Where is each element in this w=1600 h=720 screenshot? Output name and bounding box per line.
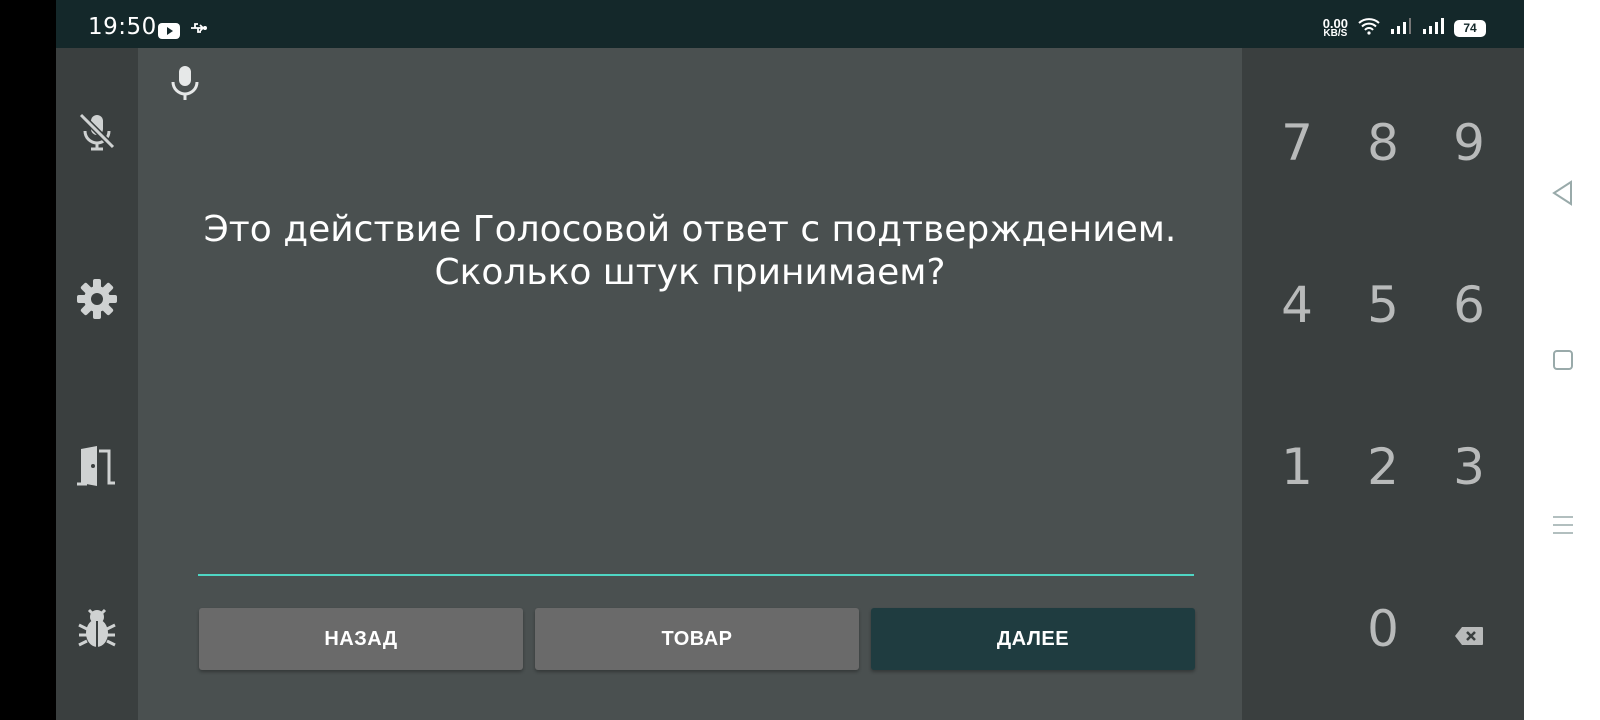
gear-icon[interactable]	[74, 276, 120, 322]
key-1[interactable]: 1	[1254, 417, 1340, 517]
key-5[interactable]: 5	[1340, 255, 1426, 355]
key-7[interactable]: 7	[1254, 93, 1340, 193]
backspace-icon	[1454, 600, 1484, 658]
item-button[interactable]: ТОВАР	[535, 608, 859, 670]
status-time: 19:50	[88, 14, 157, 40]
key-4[interactable]: 4	[1254, 255, 1340, 355]
mic-icon[interactable]	[170, 64, 200, 107]
exit-door-icon[interactable]	[74, 442, 120, 488]
home-square-icon[interactable]	[1548, 345, 1578, 375]
youtube-icon	[158, 22, 180, 39]
battery-indicator: 74	[1454, 20, 1486, 37]
key-3[interactable]: 3	[1426, 417, 1512, 517]
back-button[interactable]: НАЗАД	[199, 608, 523, 670]
numeric-keypad: 7 8 9 4 5 6 1 2 3 0	[1242, 48, 1524, 720]
prompt-line-1: Это действие Голосовой ответ с подтвержд…	[203, 209, 1177, 250]
signal-icon-2	[1422, 17, 1444, 40]
network-speed-unit: KB/S	[1323, 27, 1348, 39]
key-0[interactable]: 0	[1340, 579, 1426, 679]
key-9[interactable]: 9	[1426, 93, 1512, 193]
left-rail	[56, 48, 138, 720]
app-screen: 19:50 0.00 KB/S 74 Это действие Голосово…	[0, 0, 1600, 720]
system-navbar	[1524, 0, 1600, 720]
main-panel: Это действие Голосовой ответ с подтвержд…	[138, 48, 1242, 720]
key-8[interactable]: 8	[1340, 93, 1426, 193]
backspace-key[interactable]	[1426, 579, 1512, 679]
network-speed-value: 0.00	[1322, 15, 1348, 31]
signal-icon	[1390, 17, 1412, 40]
key-2[interactable]: 2	[1340, 417, 1426, 517]
wifi-icon	[1358, 17, 1380, 40]
key-6[interactable]: 6	[1426, 255, 1512, 355]
bug-icon[interactable]	[74, 606, 120, 652]
menu-lines-icon[interactable]	[1548, 510, 1578, 540]
status-right-icons: 0.00 KB/S 74	[1323, 17, 1486, 40]
screen-bezel	[0, 0, 56, 720]
usb-icon	[190, 21, 208, 40]
quantity-input[interactable]	[198, 536, 1194, 576]
network-speed: 0.00 KB/S	[1322, 15, 1348, 39]
prompt-text: Это действие Голосовой ответ с подтвержд…	[138, 208, 1242, 294]
mic-off-icon[interactable]	[74, 108, 120, 154]
back-triangle-icon[interactable]	[1548, 178, 1578, 208]
status-bar: 19:50 0.00 KB/S 74	[56, 0, 1524, 48]
prompt-line-2: Сколько штук принимаем?	[434, 252, 946, 293]
next-button[interactable]: ДАЛЕЕ	[871, 608, 1195, 670]
status-left-icons	[158, 21, 208, 40]
